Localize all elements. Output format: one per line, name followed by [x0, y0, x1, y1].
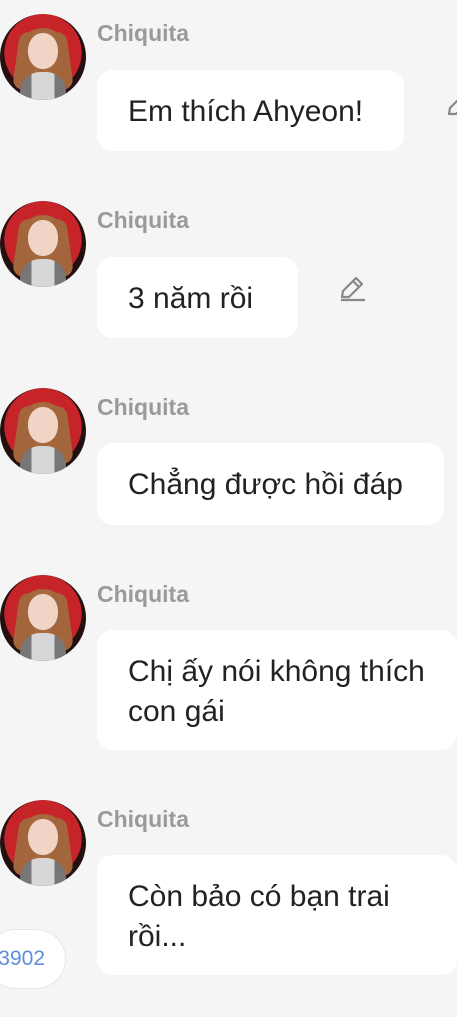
message-item: Chiquita Còn bảo có bạn trai rồi...: [0, 786, 457, 986]
scroll-counter-button[interactable]: 3902: [0, 929, 66, 989]
sender-name: Chiquita: [97, 20, 189, 46]
avatar[interactable]: [0, 575, 86, 661]
message-bubble[interactable]: Chẳng được hồi đáp: [97, 443, 444, 525]
sender-name: Chiquita: [97, 581, 189, 607]
sender-name: Chiquita: [97, 207, 189, 233]
pencil-icon[interactable]: [444, 90, 457, 120]
message-item: Chiquita Chẳng được hồi đáp: [0, 374, 457, 534]
sender-name: Chiquita: [97, 806, 189, 832]
message-item: Chiquita Em thích Ahyeon!: [0, 0, 457, 160]
avatar[interactable]: [0, 388, 86, 474]
sender-name: Chiquita: [97, 394, 189, 420]
message-bubble[interactable]: Chị ấy nói không thích con gái: [97, 630, 457, 750]
message-bubble[interactable]: 3 năm rồi: [97, 257, 298, 338]
avatar[interactable]: [0, 800, 86, 886]
pencil-icon[interactable]: [337, 273, 367, 303]
message-bubble[interactable]: Còn bảo có bạn trai rồi...: [97, 855, 457, 975]
avatar[interactable]: [0, 201, 86, 287]
message-item: Chiquita 3 năm rồi: [0, 187, 457, 347]
message-item: Chiquita Chị ấy nói không thích con gái: [0, 561, 457, 761]
avatar[interactable]: [0, 14, 86, 100]
message-bubble[interactable]: Em thích Ahyeon!: [97, 70, 404, 151]
